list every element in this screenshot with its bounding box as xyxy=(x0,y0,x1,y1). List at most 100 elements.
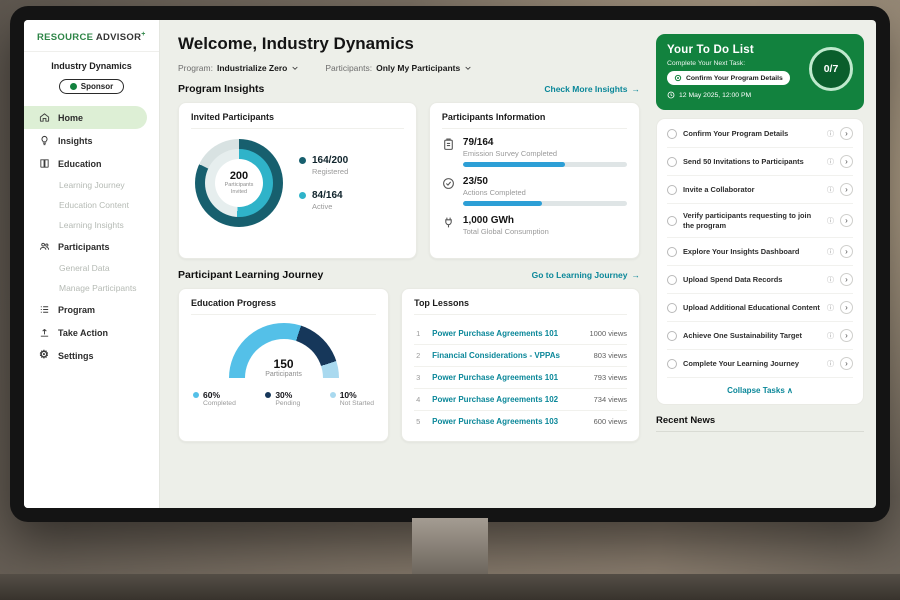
home-icon xyxy=(39,112,50,123)
task-row-upload-spend-data[interactable]: Upload Spend Data Records ⓘ › xyxy=(667,266,853,294)
desk-edge xyxy=(0,574,900,600)
chevron-right-icon[interactable]: › xyxy=(840,127,853,140)
sidebar-item-home[interactable]: Home xyxy=(24,106,147,129)
info-icon: ⓘ xyxy=(827,359,834,369)
stat-global-consumption: 1,000 GWh Total Global Consumption xyxy=(442,215,627,240)
upload-icon xyxy=(39,327,50,338)
org-block: Industry Dynamics Sponsor xyxy=(24,52,159,104)
info-icon: ⓘ xyxy=(827,129,834,139)
check-more-insights-link[interactable]: Check More Insights → xyxy=(544,84,640,94)
sidebar-item-participants[interactable]: Participants xyxy=(24,235,159,258)
lesson-link[interactable]: Power Purchase Agreements 101 xyxy=(432,329,581,338)
info-icon: ⓘ xyxy=(827,216,834,226)
chevron-right-icon[interactable]: › xyxy=(840,357,853,370)
chevron-right-icon[interactable]: › xyxy=(840,273,853,286)
lesson-link[interactable]: Financial Considerations - VPPAs xyxy=(432,351,586,360)
sponsor-label: Sponsor xyxy=(81,82,113,91)
task-row-complete-learning-journey[interactable]: Complete Your Learning Journey ⓘ › xyxy=(667,350,853,378)
card-title: Top Lessons xyxy=(414,298,627,315)
arrow-right-icon: → xyxy=(632,270,641,280)
lesson-row: 3 Power Purchase Agreements 101 793 view… xyxy=(414,367,627,389)
info-icon: ⓘ xyxy=(827,247,834,257)
todo-panel: 0/7 Your To Do List Complete Your Next T… xyxy=(654,20,876,508)
invited-participants-card: Invited Participants 200 Participants In… xyxy=(178,102,417,259)
task-checkbox[interactable] xyxy=(667,129,677,139)
task-row-send-invitations[interactable]: Send 50 Invitations to Participants ⓘ › xyxy=(667,148,853,176)
task-row-invite-collaborator[interactable]: Invite a Collaborator ⓘ › xyxy=(667,176,853,204)
gear-icon: ⚙ xyxy=(39,350,50,361)
sidebar-nav: Home Insights Education Learning Journey… xyxy=(24,104,159,367)
arrow-right-icon: → xyxy=(632,84,641,94)
chevron-right-icon[interactable]: › xyxy=(840,301,853,314)
legend-item-pending: 30% Pending xyxy=(265,390,300,407)
collapse-tasks-link[interactable]: Collapse Tasks ∧ xyxy=(667,378,853,400)
task-checkbox[interactable] xyxy=(667,247,677,257)
check-circle-icon xyxy=(442,177,455,190)
chevron-right-icon[interactable]: › xyxy=(840,245,853,258)
sidebar-item-insights[interactable]: Insights xyxy=(24,129,159,152)
task-checkbox[interactable] xyxy=(667,216,677,226)
go-to-learning-journey-link[interactable]: Go to Learning Journey → xyxy=(532,270,640,280)
lesson-link[interactable]: Power Purchase Agreements 103 xyxy=(432,417,586,426)
sidebar-item-general-data[interactable]: General Data xyxy=(24,258,159,278)
participants-information-card: Participants Information 79/164 Emission… xyxy=(429,102,640,259)
chevron-right-icon[interactable]: › xyxy=(840,329,853,342)
sidebar-item-take-action[interactable]: Take Action xyxy=(24,321,159,344)
task-checkbox[interactable] xyxy=(667,303,677,313)
education-progress-card: Education Progress 150 Participants xyxy=(178,288,389,442)
task-row-upload-educational-content[interactable]: Upload Additional Educational Content ⓘ … xyxy=(667,294,853,322)
app-logo: RESOURCE ADVISOR+ xyxy=(24,20,159,52)
invited-donut-chart: 200 Participants Invited xyxy=(195,139,283,227)
chevron-right-icon[interactable]: › xyxy=(840,155,853,168)
program-filter-dropdown[interactable]: Program: Industrialize Zero xyxy=(178,63,299,73)
lesson-row: 1 Power Purchase Agreements 101 1000 vie… xyxy=(414,323,627,345)
list-icon xyxy=(39,304,50,315)
lesson-row: 5 Power Purchase Agreements 103 600 view… xyxy=(414,411,627,432)
clock-icon xyxy=(667,91,675,99)
task-checkbox[interactable] xyxy=(667,331,677,341)
plug-icon xyxy=(442,216,455,229)
gauge-center: 150 Participants xyxy=(229,357,339,378)
legend-item-registered: 164/200 Registered xyxy=(299,155,348,176)
info-icon: ⓘ xyxy=(827,275,834,285)
sidebar: RESOURCE ADVISOR+ Industry Dynamics Spon… xyxy=(24,20,160,508)
target-icon xyxy=(674,74,682,82)
sidebar-item-learning-insights[interactable]: Learning Insights xyxy=(24,215,159,235)
sidebar-item-education[interactable]: Education xyxy=(24,152,159,175)
task-list-card: Confirm Your Program Details ⓘ › Send 50… xyxy=(656,118,864,405)
legend-item-completed: 60% Completed xyxy=(193,390,236,407)
section-title-learning-journey: Participant Learning Journey xyxy=(178,269,323,281)
info-icon: ⓘ xyxy=(827,185,834,195)
chevron-right-icon[interactable]: › xyxy=(840,214,853,227)
legend-item-not-started: 10% Not Started xyxy=(330,390,374,407)
progress-bar-actions xyxy=(463,201,627,206)
sidebar-item-manage-participants[interactable]: Manage Participants xyxy=(24,278,159,298)
lesson-link[interactable]: Power Purchase Agreements 102 xyxy=(432,395,586,404)
filter-bar: Program: Industrialize Zero Participants… xyxy=(178,63,640,73)
next-task-pill[interactable]: Confirm Your Program Details xyxy=(667,71,790,85)
legend-item-active: 84/164 Active xyxy=(299,190,348,211)
monitor-bezel: RESOURCE ADVISOR+ Industry Dynamics Spon… xyxy=(10,6,890,522)
participants-filter-dropdown[interactable]: Participants: Only My Participants xyxy=(325,63,472,73)
lesson-link[interactable]: Power Purchase Agreements 101 xyxy=(432,373,586,382)
task-row-achieve-sustainability-target[interactable]: Achieve One Sustainability Target ⓘ › xyxy=(667,322,853,350)
task-checkbox[interactable] xyxy=(667,359,677,369)
main-content: Welcome, Industry Dynamics Program: Indu… xyxy=(160,20,654,508)
task-checkbox[interactable] xyxy=(667,275,677,285)
logo-secondary: ADVISOR xyxy=(96,32,141,43)
task-row-confirm-program-details[interactable]: Confirm Your Program Details ⓘ › xyxy=(667,120,853,148)
lesson-row: 2 Financial Considerations - VPPAs 803 v… xyxy=(414,345,627,367)
info-icon: ⓘ xyxy=(827,303,834,313)
sidebar-item-program[interactable]: Program xyxy=(24,298,159,321)
sidebar-item-education-content[interactable]: Education Content xyxy=(24,195,159,215)
task-checkbox[interactable] xyxy=(667,157,677,167)
task-row-verify-participants[interactable]: Verify participants requesting to join t… xyxy=(667,204,853,238)
lightbulb-icon xyxy=(39,135,50,146)
chevron-right-icon[interactable]: › xyxy=(840,183,853,196)
task-row-explore-insights[interactable]: Explore Your Insights Dashboard ⓘ › xyxy=(667,238,853,266)
chevron-down-icon xyxy=(464,64,472,72)
task-checkbox[interactable] xyxy=(667,185,677,195)
legend-dot xyxy=(330,392,336,398)
sidebar-item-learning-journey[interactable]: Learning Journey xyxy=(24,175,159,195)
sidebar-item-settings[interactable]: ⚙ Settings xyxy=(24,344,159,367)
